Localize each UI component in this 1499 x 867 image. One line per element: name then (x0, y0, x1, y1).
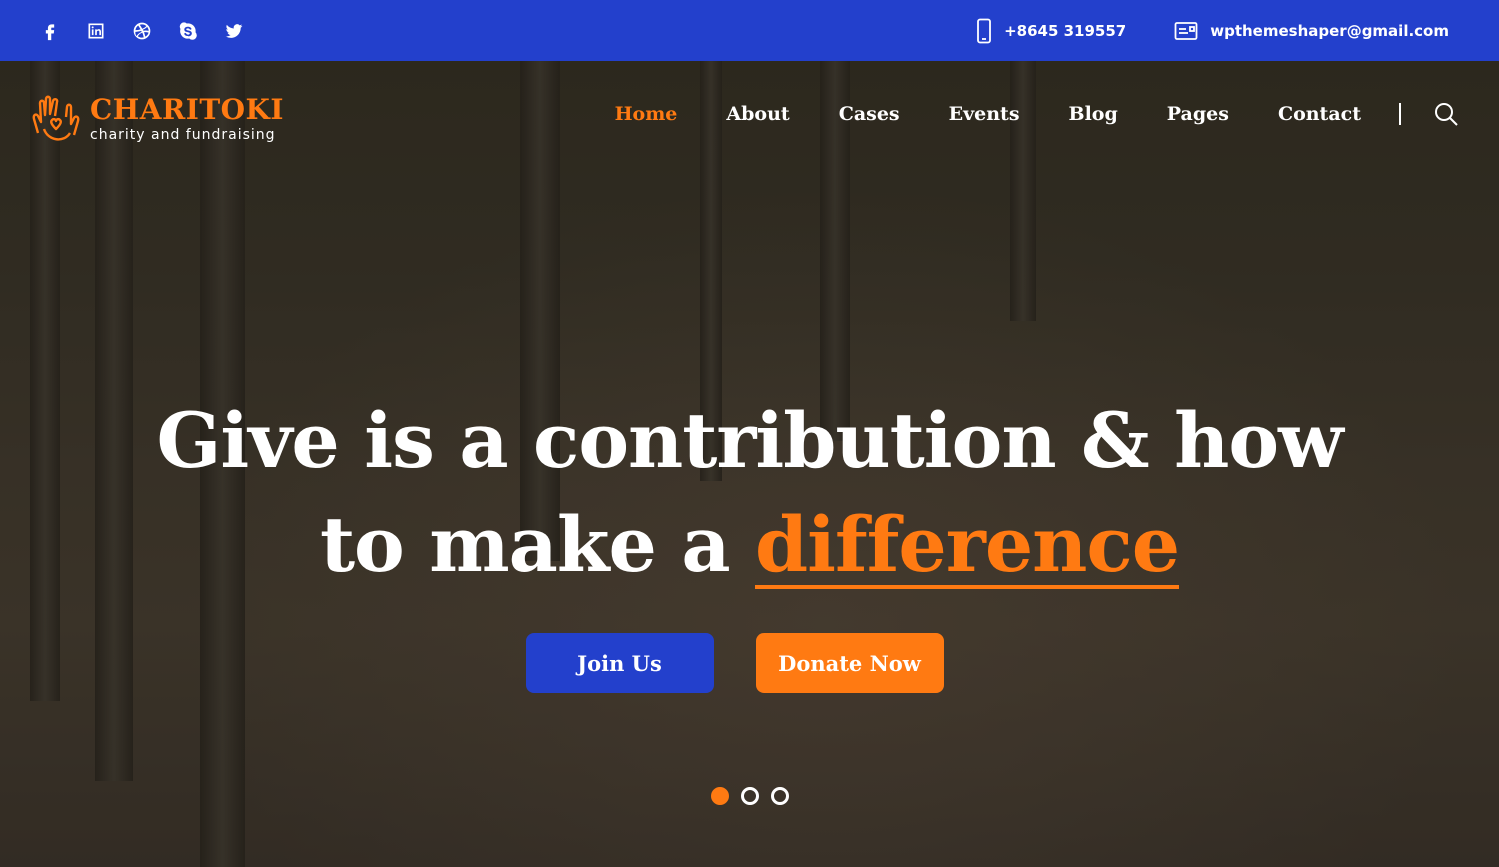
slider-dot-3[interactable] (770, 787, 789, 805)
skype-icon[interactable] (176, 19, 200, 43)
donate-now-button[interactable]: Donate Now (755, 633, 944, 693)
headline-line-2: to make a (319, 500, 756, 589)
contact-info: +8645 319557 wpthemeshaper@gmail.com (976, 18, 1449, 44)
twitter-icon[interactable] (222, 19, 246, 43)
top-bar: +8645 319557 wpthemeshaper@gmail.com (0, 0, 1499, 61)
dribbble-icon[interactable] (130, 19, 154, 43)
slider-dot-2[interactable] (740, 787, 759, 805)
email-address: wpthemeshaper@gmail.com (1210, 21, 1449, 40)
hands-heart-icon (30, 89, 82, 149)
nav-item-events[interactable]: Events (949, 103, 1020, 125)
nav-item-home[interactable]: Home (615, 103, 678, 125)
nav-divider (1399, 103, 1401, 125)
email-contact[interactable]: wpthemeshaper@gmail.com (1174, 21, 1449, 41)
logo-name: CHARITOKI (90, 93, 284, 126)
facebook-icon[interactable] (38, 19, 62, 43)
slider-dot-1[interactable] (710, 787, 729, 805)
headline-highlight: difference (755, 500, 1180, 589)
hero-section: CHARITOKI charity and fundraising Home A… (0, 61, 1499, 867)
join-us-button[interactable]: Join Us (525, 633, 714, 693)
hero-buttons: Join Us Donate Now (0, 633, 1499, 693)
social-links (38, 19, 246, 43)
logo[interactable]: CHARITOKI charity and fundraising (30, 89, 284, 149)
nav-item-contact[interactable]: Contact (1278, 103, 1361, 125)
hero-headline: Give is a contribution & how to make a d… (0, 389, 1499, 597)
phone-number: +8645 319557 (1004, 21, 1127, 40)
email-icon (1174, 21, 1198, 40)
phone-contact[interactable]: +8645 319557 (976, 18, 1126, 44)
nav-item-about[interactable]: About (726, 103, 789, 125)
phone-icon (977, 18, 991, 43)
nav-item-cases[interactable]: Cases (839, 103, 900, 125)
logo-tagline: charity and fundraising (90, 127, 276, 143)
linkedin-icon[interactable] (84, 19, 108, 43)
headline-line-1: Give is a contribution & how (156, 396, 1343, 485)
slider-dots (0, 787, 1499, 805)
nav-item-blog[interactable]: Blog (1069, 103, 1118, 125)
nav-item-pages[interactable]: Pages (1167, 103, 1229, 125)
search-icon[interactable] (1433, 101, 1459, 127)
main-nav: Home About Cases Events Blog Pages Conta… (566, 101, 1459, 127)
